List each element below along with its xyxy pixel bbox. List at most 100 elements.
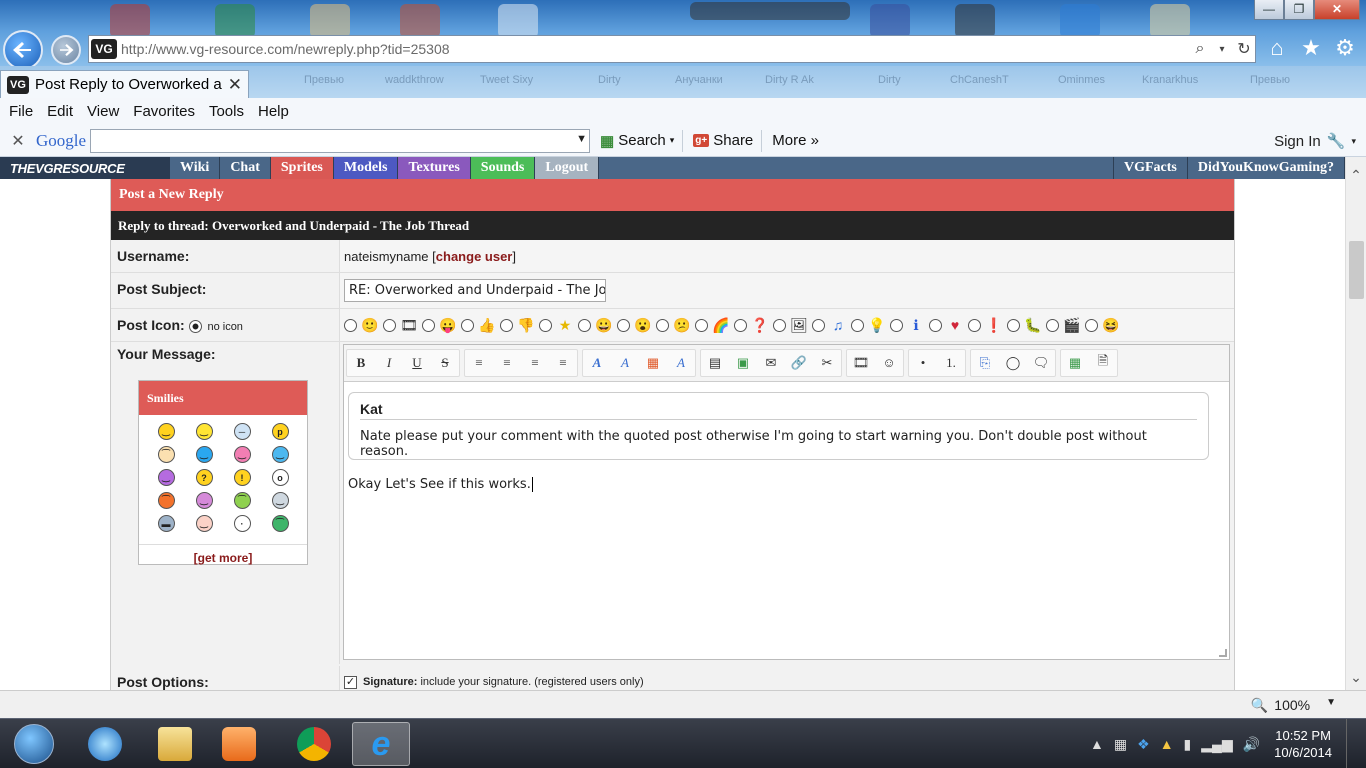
- start-button[interactable]: [14, 724, 54, 764]
- refresh-icon[interactable]: ↻: [1233, 39, 1255, 59]
- horizontal-rule-icon[interactable]: ▤: [701, 350, 729, 376]
- sign-in-button[interactable]: Sign In 🔧 ▾: [1274, 132, 1356, 151]
- icon-radio[interactable]: [422, 318, 435, 332]
- chevron-down-icon[interactable]: ▼: [576, 133, 587, 145]
- remove-format-icon[interactable]: A: [667, 350, 695, 376]
- vertical-scrollbar[interactable]: ⌃ ⌄: [1345, 157, 1366, 690]
- color-palette-icon[interactable]: ▦: [639, 350, 667, 376]
- numbered-list-icon[interactable]: 1.: [937, 350, 965, 376]
- insert-image-icon[interactable]: ▣: [729, 350, 757, 376]
- video-icon[interactable]: 🎞: [847, 350, 875, 376]
- nav-sprites[interactable]: Sprites: [270, 157, 334, 179]
- smiley-blank-icon[interactable]: ·: [233, 515, 251, 532]
- nav-models[interactable]: Models: [333, 157, 399, 179]
- font-size-icon[interactable]: A: [611, 350, 639, 376]
- smiley-sad-icon[interactable]: ⁀: [157, 446, 175, 463]
- icon-radio[interactable]: [617, 318, 630, 332]
- restore-button[interactable]: ❐: [1284, 0, 1314, 20]
- smiley-blue-icon[interactable]: ‿: [195, 446, 213, 463]
- code-icon[interactable]: ⎘: [971, 350, 999, 376]
- taskbar-app-ie[interactable]: e: [352, 722, 410, 766]
- menu-view[interactable]: View: [87, 103, 127, 120]
- forward-button[interactable]: [51, 35, 81, 65]
- icon-radio[interactable]: [734, 318, 747, 332]
- php-icon[interactable]: ◯: [999, 350, 1027, 376]
- scroll-down-icon[interactable]: ⌄: [1346, 669, 1366, 686]
- signature-checkbox[interactable]: ✓: [344, 675, 357, 689]
- smiley-sick-icon[interactable]: ⁀: [233, 492, 251, 509]
- chevron-down-icon[interactable]: ▾: [1351, 136, 1356, 147]
- taskbar-app-explorer[interactable]: [146, 722, 204, 766]
- close-window-button[interactable]: ✕: [1314, 0, 1360, 20]
- icon-radio[interactable]: [1007, 318, 1020, 332]
- menu-file[interactable]: File: [9, 103, 41, 120]
- menu-favorites[interactable]: Favorites: [133, 103, 203, 120]
- dropbox-icon[interactable]: ❖: [1137, 736, 1150, 753]
- bold-button[interactable]: B: [347, 350, 375, 376]
- smiley-green-icon[interactable]: ⁀: [271, 515, 289, 532]
- icon-radio[interactable]: [812, 318, 825, 332]
- gear-icon[interactable]: ⚙: [1332, 34, 1358, 62]
- taskbar-app-media[interactable]: [210, 722, 268, 766]
- smiley-pink-icon[interactable]: ‿: [233, 446, 251, 463]
- smiley-blush-icon[interactable]: ‿: [195, 492, 213, 509]
- clock[interactable]: 10:52 PM 10/6/2014: [1274, 727, 1332, 761]
- smiley-surprised-icon[interactable]: o: [271, 469, 289, 486]
- icon-radio[interactable]: [1085, 318, 1098, 332]
- search-icon[interactable]: ⌕: [1189, 40, 1211, 58]
- icon-radio[interactable]: [383, 318, 396, 332]
- icon-radio[interactable]: [539, 318, 552, 332]
- icon-radio[interactable]: [344, 318, 357, 332]
- message-text[interactable]: Okay Let's See if this works.: [348, 477, 533, 492]
- bullet-list-icon[interactable]: •: [909, 350, 937, 376]
- menu-tools[interactable]: Tools: [209, 103, 252, 120]
- icon-radio[interactable]: [968, 318, 981, 332]
- smiley-question-icon[interactable]: ?: [195, 469, 213, 486]
- icon-radio[interactable]: [656, 318, 669, 332]
- smiley-sleepy-icon[interactable]: ‿: [195, 515, 213, 532]
- show-desktop-button[interactable]: [1346, 719, 1356, 768]
- align-right-icon[interactable]: ≡: [521, 350, 549, 376]
- smiley-wink-icon[interactable]: ‿: [195, 423, 213, 440]
- google-search-button[interactable]: ▦ Search ▾: [600, 132, 674, 150]
- emoticon-icon[interactable]: ☺: [875, 350, 903, 376]
- url-text[interactable]: http://www.vg-resource.com/newreply.php?…: [121, 41, 1189, 57]
- chevron-down-icon[interactable]: ▼: [1326, 697, 1336, 714]
- strikethrough-button[interactable]: S: [431, 350, 459, 376]
- subject-input[interactable]: RE: Overworked and Underpaid - The Job T…: [344, 279, 606, 302]
- remove-link-icon[interactable]: ✂: [813, 350, 841, 376]
- icon-radio[interactable]: [929, 318, 942, 332]
- icon-radio[interactable]: [695, 318, 708, 332]
- icon-radio[interactable]: [851, 318, 864, 332]
- smiley-tongue-icon[interactable]: p: [271, 423, 289, 440]
- quote-icon[interactable]: 🗨: [1027, 350, 1055, 376]
- site-logo[interactable]: THEVGRESOURCE: [0, 157, 170, 179]
- align-justify-icon[interactable]: ≡: [549, 350, 577, 376]
- favorites-star-icon[interactable]: ★: [1298, 34, 1324, 62]
- nav-textures[interactable]: Textures: [398, 157, 471, 179]
- no-icon-radio[interactable]: [188, 319, 202, 333]
- chevron-down-icon[interactable]: ▾: [1211, 44, 1233, 55]
- change-user-link[interactable]: change user: [436, 249, 513, 264]
- nav-vgfacts[interactable]: VGFacts: [1112, 157, 1188, 179]
- menu-help[interactable]: Help: [258, 103, 297, 120]
- smiley-angry-icon[interactable]: ⁀: [157, 492, 175, 509]
- battery-icon[interactable]: ▮: [1184, 736, 1192, 753]
- volume-icon[interactable]: 🔊: [1243, 736, 1260, 753]
- underline-button[interactable]: U: [403, 350, 431, 376]
- insert-link-icon[interactable]: 🔗: [785, 350, 813, 376]
- wrench-icon[interactable]: 🔧: [1327, 132, 1346, 150]
- maximize-icon[interactable]: ▦: [1061, 350, 1089, 376]
- nav-sounds[interactable]: Sounds: [470, 157, 536, 179]
- back-button[interactable]: [3, 30, 43, 70]
- nav-didyouknowgaming[interactable]: DidYouKnowGaming?: [1188, 157, 1345, 179]
- minimize-button[interactable]: —: [1254, 0, 1284, 20]
- italic-button[interactable]: I: [375, 350, 403, 376]
- show-hidden-icons-icon[interactable]: ▲: [1090, 736, 1104, 752]
- insert-email-icon[interactable]: ✉: [757, 350, 785, 376]
- tab-post-reply[interactable]: VG Post Reply to Overworked a... ✕: [0, 70, 249, 98]
- scrollbar-thumb[interactable]: [1349, 241, 1364, 299]
- icon-radio[interactable]: [1046, 318, 1059, 332]
- nav-wiki[interactable]: Wiki: [170, 157, 221, 179]
- message-editor[interactable]: B I U S ≡ ≡ ≡ ≡ A A ▦ A ▤ ▣ ✉ 🔗 ✂ 🎞 ☺ • …: [343, 344, 1230, 660]
